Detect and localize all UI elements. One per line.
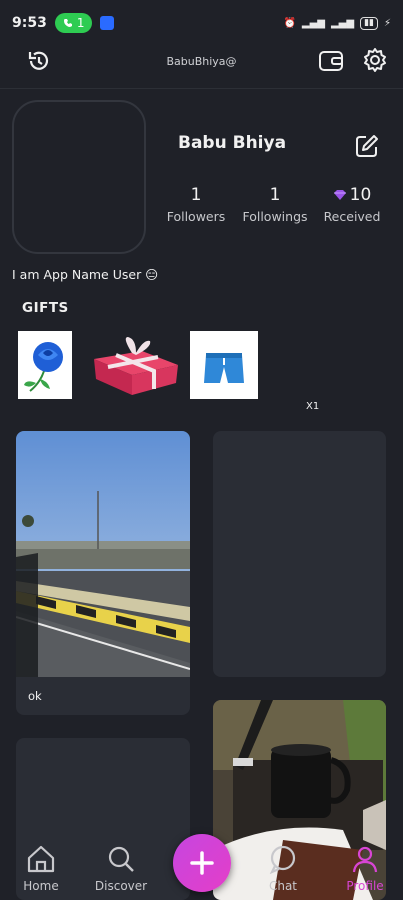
plus-icon bbox=[190, 851, 214, 875]
nav-chat-label: Chat bbox=[268, 879, 298, 893]
signal-icon: ▂▄▆ bbox=[301, 17, 325, 29]
history-button[interactable] bbox=[24, 46, 54, 76]
edit-profile-button[interactable] bbox=[352, 131, 382, 161]
received-count: 10 bbox=[349, 185, 372, 205]
battery-icon: ▮▮ bbox=[360, 16, 378, 30]
call-indicator[interactable]: 1 bbox=[54, 13, 93, 33]
avatar[interactable] bbox=[12, 100, 146, 254]
followers-count: 1 bbox=[190, 185, 202, 205]
gift-blue-rose[interactable] bbox=[18, 331, 72, 399]
received-value: 10 bbox=[320, 185, 384, 205]
followings-count: 1 bbox=[269, 185, 281, 205]
stat-followers[interactable]: 1 Followers bbox=[162, 185, 230, 224]
stat-followings[interactable]: 1 Followings bbox=[237, 185, 313, 224]
profile-icon bbox=[352, 846, 378, 873]
post-card[interactable] bbox=[213, 431, 386, 677]
post-caption: ok bbox=[28, 689, 42, 703]
header-divider bbox=[0, 88, 403, 89]
wallet-icon bbox=[319, 51, 343, 71]
nav-discover-label: Discover bbox=[94, 879, 148, 893]
received-label: Received bbox=[323, 209, 381, 224]
home-icon bbox=[27, 845, 55, 873]
stat-received[interactable]: 10 Received bbox=[320, 185, 384, 224]
app-notification-icon bbox=[100, 16, 115, 30]
gift-count: X1 bbox=[306, 401, 320, 412]
gift-box-icon bbox=[94, 337, 178, 395]
alarm-icon: ⏰ bbox=[283, 17, 296, 29]
history-icon bbox=[28, 51, 49, 70]
post-card[interactable]: ok bbox=[16, 431, 190, 715]
status-bar: 9:53 1 ⏰ ▂▄▆ ▂▄▆ ▮▮ ⚡ bbox=[0, 0, 403, 46]
post-thumbnail-road bbox=[16, 431, 190, 677]
nav-discover[interactable]: Discover bbox=[86, 844, 156, 893]
wallet-button[interactable] bbox=[316, 46, 346, 76]
nav-home[interactable]: Home bbox=[6, 844, 76, 893]
followings-label: Followings bbox=[242, 209, 308, 224]
nav-chat[interactable]: Chat bbox=[248, 844, 318, 893]
search-icon bbox=[108, 846, 134, 872]
profile-bio: I am App Name User 😑 bbox=[12, 267, 159, 282]
call-count: 1 bbox=[76, 16, 85, 30]
phone-icon bbox=[63, 19, 72, 27]
status-indicators: ⏰ ▂▄▆ ▂▄▆ ▮▮ ⚡ bbox=[283, 16, 391, 30]
chat-icon bbox=[269, 845, 296, 875]
profile-name: Babu Bhiya bbox=[178, 133, 287, 153]
settings-button[interactable] bbox=[360, 45, 390, 75]
gift-shorts[interactable] bbox=[190, 331, 258, 399]
wifi-icon: ▂▄▆ bbox=[330, 17, 355, 29]
followers-label: Followers bbox=[166, 209, 226, 224]
nav-profile-label: Profile bbox=[346, 879, 384, 893]
gifts-title: GIFTS bbox=[22, 300, 69, 316]
nav-profile[interactable]: Profile bbox=[330, 844, 400, 893]
shorts-icon bbox=[204, 353, 244, 383]
create-post-button[interactable] bbox=[173, 834, 231, 892]
nav-home-label: Home bbox=[23, 879, 59, 893]
gift-gift-box[interactable] bbox=[88, 331, 182, 399]
username-handle: BabuBhiya@ bbox=[166, 54, 237, 68]
charging-icon: ⚡ bbox=[383, 17, 391, 29]
rose-icon bbox=[24, 342, 63, 392]
edit-icon bbox=[356, 135, 378, 157]
gear-icon bbox=[364, 48, 386, 72]
diamond-icon bbox=[333, 190, 346, 200]
status-time: 9:53 bbox=[12, 15, 47, 31]
